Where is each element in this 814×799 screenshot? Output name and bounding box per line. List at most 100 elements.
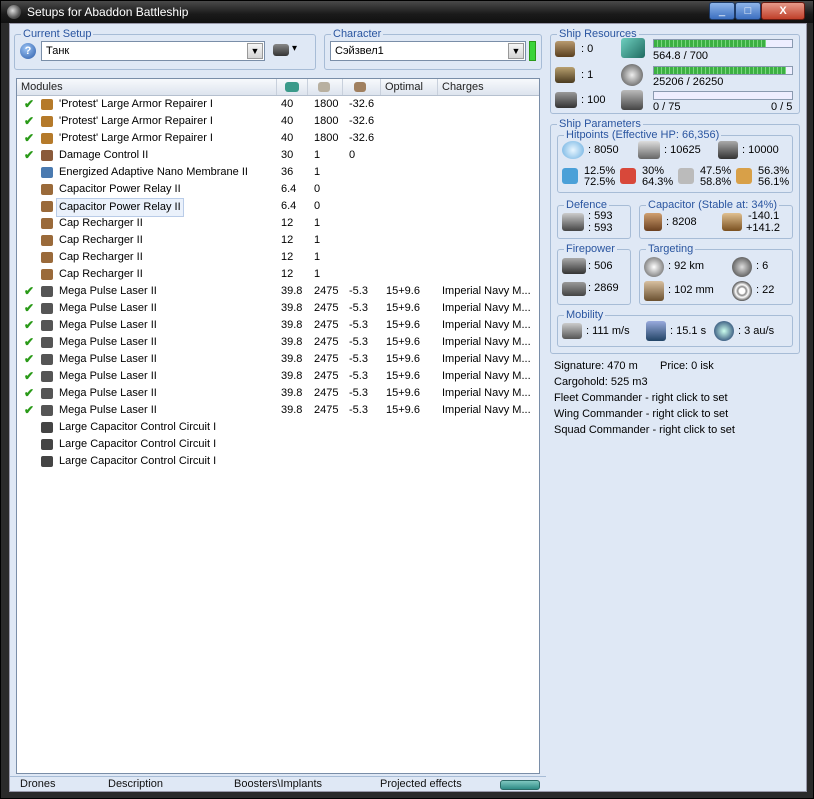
table-row[interactable]: Capacitor Power Relay II 6.4 0	[17, 198, 539, 217]
table-row[interactable]: Energized Adaptive Nano Membrane II 36 1	[17, 164, 539, 181]
table-row[interactable]: Large Capacitor Control Circuit I	[17, 453, 539, 470]
table-row[interactable]: Cap Recharger II 12 1	[17, 232, 539, 249]
fleet-commander-text[interactable]: Fleet Commander - right click to set	[554, 392, 728, 404]
kinetic-resist-icon	[678, 168, 694, 184]
title-bar[interactable]: Setups for Abaddon Battleship _ □ X	[1, 1, 813, 23]
modules-table[interactable]: Modules Optimal Charges ✔ 'Protest' Large…	[16, 78, 540, 774]
explosive-armor-resist: 56.1%	[758, 176, 790, 188]
cargohold-text: Cargohold: 525 m3	[554, 376, 648, 388]
active-check-icon[interactable]: ✔	[24, 147, 34, 164]
setup-select[interactable]: Танк ▼	[41, 41, 265, 61]
active-check-icon[interactable]: ✔	[24, 317, 34, 334]
table-row[interactable]: Large Capacitor Control Circuit I	[17, 419, 539, 436]
wing-commander-text[interactable]: Wing Commander - right click to set	[554, 408, 728, 420]
ship-info-panel: Ship Resources : 0 : 1 : 100 564.8 / 700…	[550, 26, 806, 789]
col-powergrid[interactable]	[308, 79, 343, 95]
col-charges[interactable]: Charges	[438, 79, 539, 95]
max-targets-icon	[732, 257, 752, 277]
sensor-strength-icon	[732, 281, 752, 301]
targeting-group: Targeting : 92 km : 6 : 102 mm : 22	[639, 243, 793, 305]
cap-recharge-value: +141.2	[746, 222, 780, 234]
module-cpu: 6.4	[281, 200, 297, 212]
ship-menu-arrow-icon[interactable]: ▾	[292, 43, 297, 54]
table-row[interactable]: Cap Recharger II 12 1	[17, 215, 539, 232]
col-capacitor[interactable]	[343, 79, 381, 95]
module-powergrid: 2475	[314, 353, 339, 365]
em-resist-icon	[562, 168, 578, 184]
minimize-button[interactable]: _	[709, 2, 735, 20]
tab-description[interactable]: Description	[108, 778, 163, 790]
active-check-icon[interactable]: ✔	[24, 113, 34, 130]
max-targets-value: : 6	[756, 260, 769, 272]
ship-icon[interactable]	[273, 44, 289, 56]
table-row[interactable]: Cap Recharger II 12 1	[17, 249, 539, 266]
table-row[interactable]: ✔ Mega Pulse Laser II 39.8 2475 -5.3 15+9.6 Im…	[17, 368, 539, 385]
active-check-icon[interactable]: ✔	[24, 385, 34, 402]
drone-bay-value: 0 / 75	[653, 101, 681, 113]
module-cpu: 30	[281, 149, 294, 161]
active-check-icon[interactable]: ✔	[24, 283, 34, 300]
table-row[interactable]: Cap Recharger II 12 1	[17, 266, 539, 283]
signature-text: Signature: 470 m	[554, 360, 638, 372]
current-setup-label: Current Setup	[21, 28, 94, 40]
thermal-armor-resist: 64.3%	[642, 176, 674, 188]
maximize-button[interactable]: □	[735, 2, 761, 20]
powergrid-icon	[318, 82, 330, 92]
module-capacitor: -5.3	[349, 387, 368, 399]
module-cpu: 36	[281, 166, 294, 178]
launcher-slots-value: : 1	[581, 69, 594, 81]
table-row[interactable]: ✔ Mega Pulse Laser II 39.8 2475 -5.3 15+9.6 Im…	[17, 300, 539, 317]
active-check-icon[interactable]: ✔	[24, 368, 34, 385]
powergrid-bar	[653, 66, 793, 75]
kinetic-armor-resist: 58.8%	[700, 176, 732, 188]
col-modules[interactable]: Modules	[17, 79, 277, 95]
table-row[interactable]: ✔ 'Protest' Large Armor Repairer I 40 1800-…	[17, 96, 539, 113]
cap-recharge-icon	[722, 213, 742, 231]
active-check-icon[interactable]: ✔	[24, 130, 34, 147]
active-check-icon[interactable]: ✔	[24, 402, 34, 419]
active-check-icon[interactable]: ✔	[24, 351, 34, 368]
module-icon	[41, 235, 53, 246]
col-optimal[interactable]: Optimal	[381, 79, 438, 95]
active-check-icon[interactable]: ✔	[24, 334, 34, 351]
module-powergrid: 1800	[314, 98, 339, 110]
table-row[interactable]: ✔ Mega Pulse Laser II 39.8 2475 -5.3 15+9.6 Im…	[17, 317, 539, 334]
table-row[interactable]: Capacitor Power Relay II 6.4 0	[17, 181, 539, 198]
close-button[interactable]: X	[761, 2, 805, 20]
table-row[interactable]: ✔ Damage Control II 30 1 0	[17, 147, 539, 164]
active-check-icon[interactable]: ✔	[24, 300, 34, 317]
apply-icon[interactable]	[500, 780, 540, 790]
module-powergrid: 1	[314, 268, 321, 280]
col-cpu[interactable]	[277, 79, 308, 95]
align-time-icon	[646, 321, 666, 341]
module-capacitor: -5.3	[349, 302, 368, 314]
table-row[interactable]: ✔ Mega Pulse Laser II 39.8 2475 -5.3 15+9.6 Im…	[17, 334, 539, 351]
squad-commander-text[interactable]: Squad Commander - right click to set	[554, 424, 735, 436]
module-powergrid: 2475	[314, 404, 339, 416]
chevron-down-icon[interactable]: ▼	[247, 43, 263, 59]
table-row[interactable]: ✔ Mega Pulse Laser II 39.8 2475 -5.3 15+9.6 Im…	[17, 283, 539, 300]
tab-projected-effects[interactable]: Projected effects	[380, 778, 462, 790]
tab-boosters-implants[interactable]: Boosters\Implants	[234, 778, 322, 790]
defence-value-1: : 593	[588, 210, 613, 222]
help-icon[interactable]: ?	[20, 43, 36, 59]
module-name: Mega Pulse Laser II	[59, 319, 157, 331]
module-powergrid: 1	[314, 217, 321, 229]
chevron-down-icon[interactable]: ▼	[508, 43, 524, 59]
module-name: Cap Recharger II	[59, 217, 143, 229]
table-row[interactable]: ✔ Mega Pulse Laser II 39.8 2475 -5.3 15+9.6 Im…	[17, 385, 539, 402]
dps-value: : 506	[588, 260, 613, 272]
table-row[interactable]: ✔ Mega Pulse Laser II 39.8 2475 -5.3 15+9.6 Im…	[17, 351, 539, 368]
modules-table-header: Modules Optimal Charges	[17, 79, 539, 96]
active-check-icon[interactable]: ✔	[24, 96, 34, 113]
tab-drones[interactable]: Drones	[20, 778, 55, 790]
module-icon	[41, 439, 53, 450]
table-row[interactable]: ✔ Mega Pulse Laser II 39.8 2475 -5.3 15+9.6 Im…	[17, 402, 539, 419]
volley-value: : 2869	[588, 282, 619, 294]
table-row[interactable]: ✔ 'Protest' Large Armor Repairer I 40 1800-…	[17, 113, 539, 130]
table-row[interactable]: Large Capacitor Control Circuit I	[17, 436, 539, 453]
character-select[interactable]: Сэйзвел1 ▼	[330, 41, 526, 61]
module-powergrid: 1800	[314, 115, 339, 127]
table-row[interactable]: ✔ 'Protest' Large Armor Repairer I 40 1800-…	[17, 130, 539, 147]
em-armor-resist: 72.5%	[584, 176, 616, 188]
